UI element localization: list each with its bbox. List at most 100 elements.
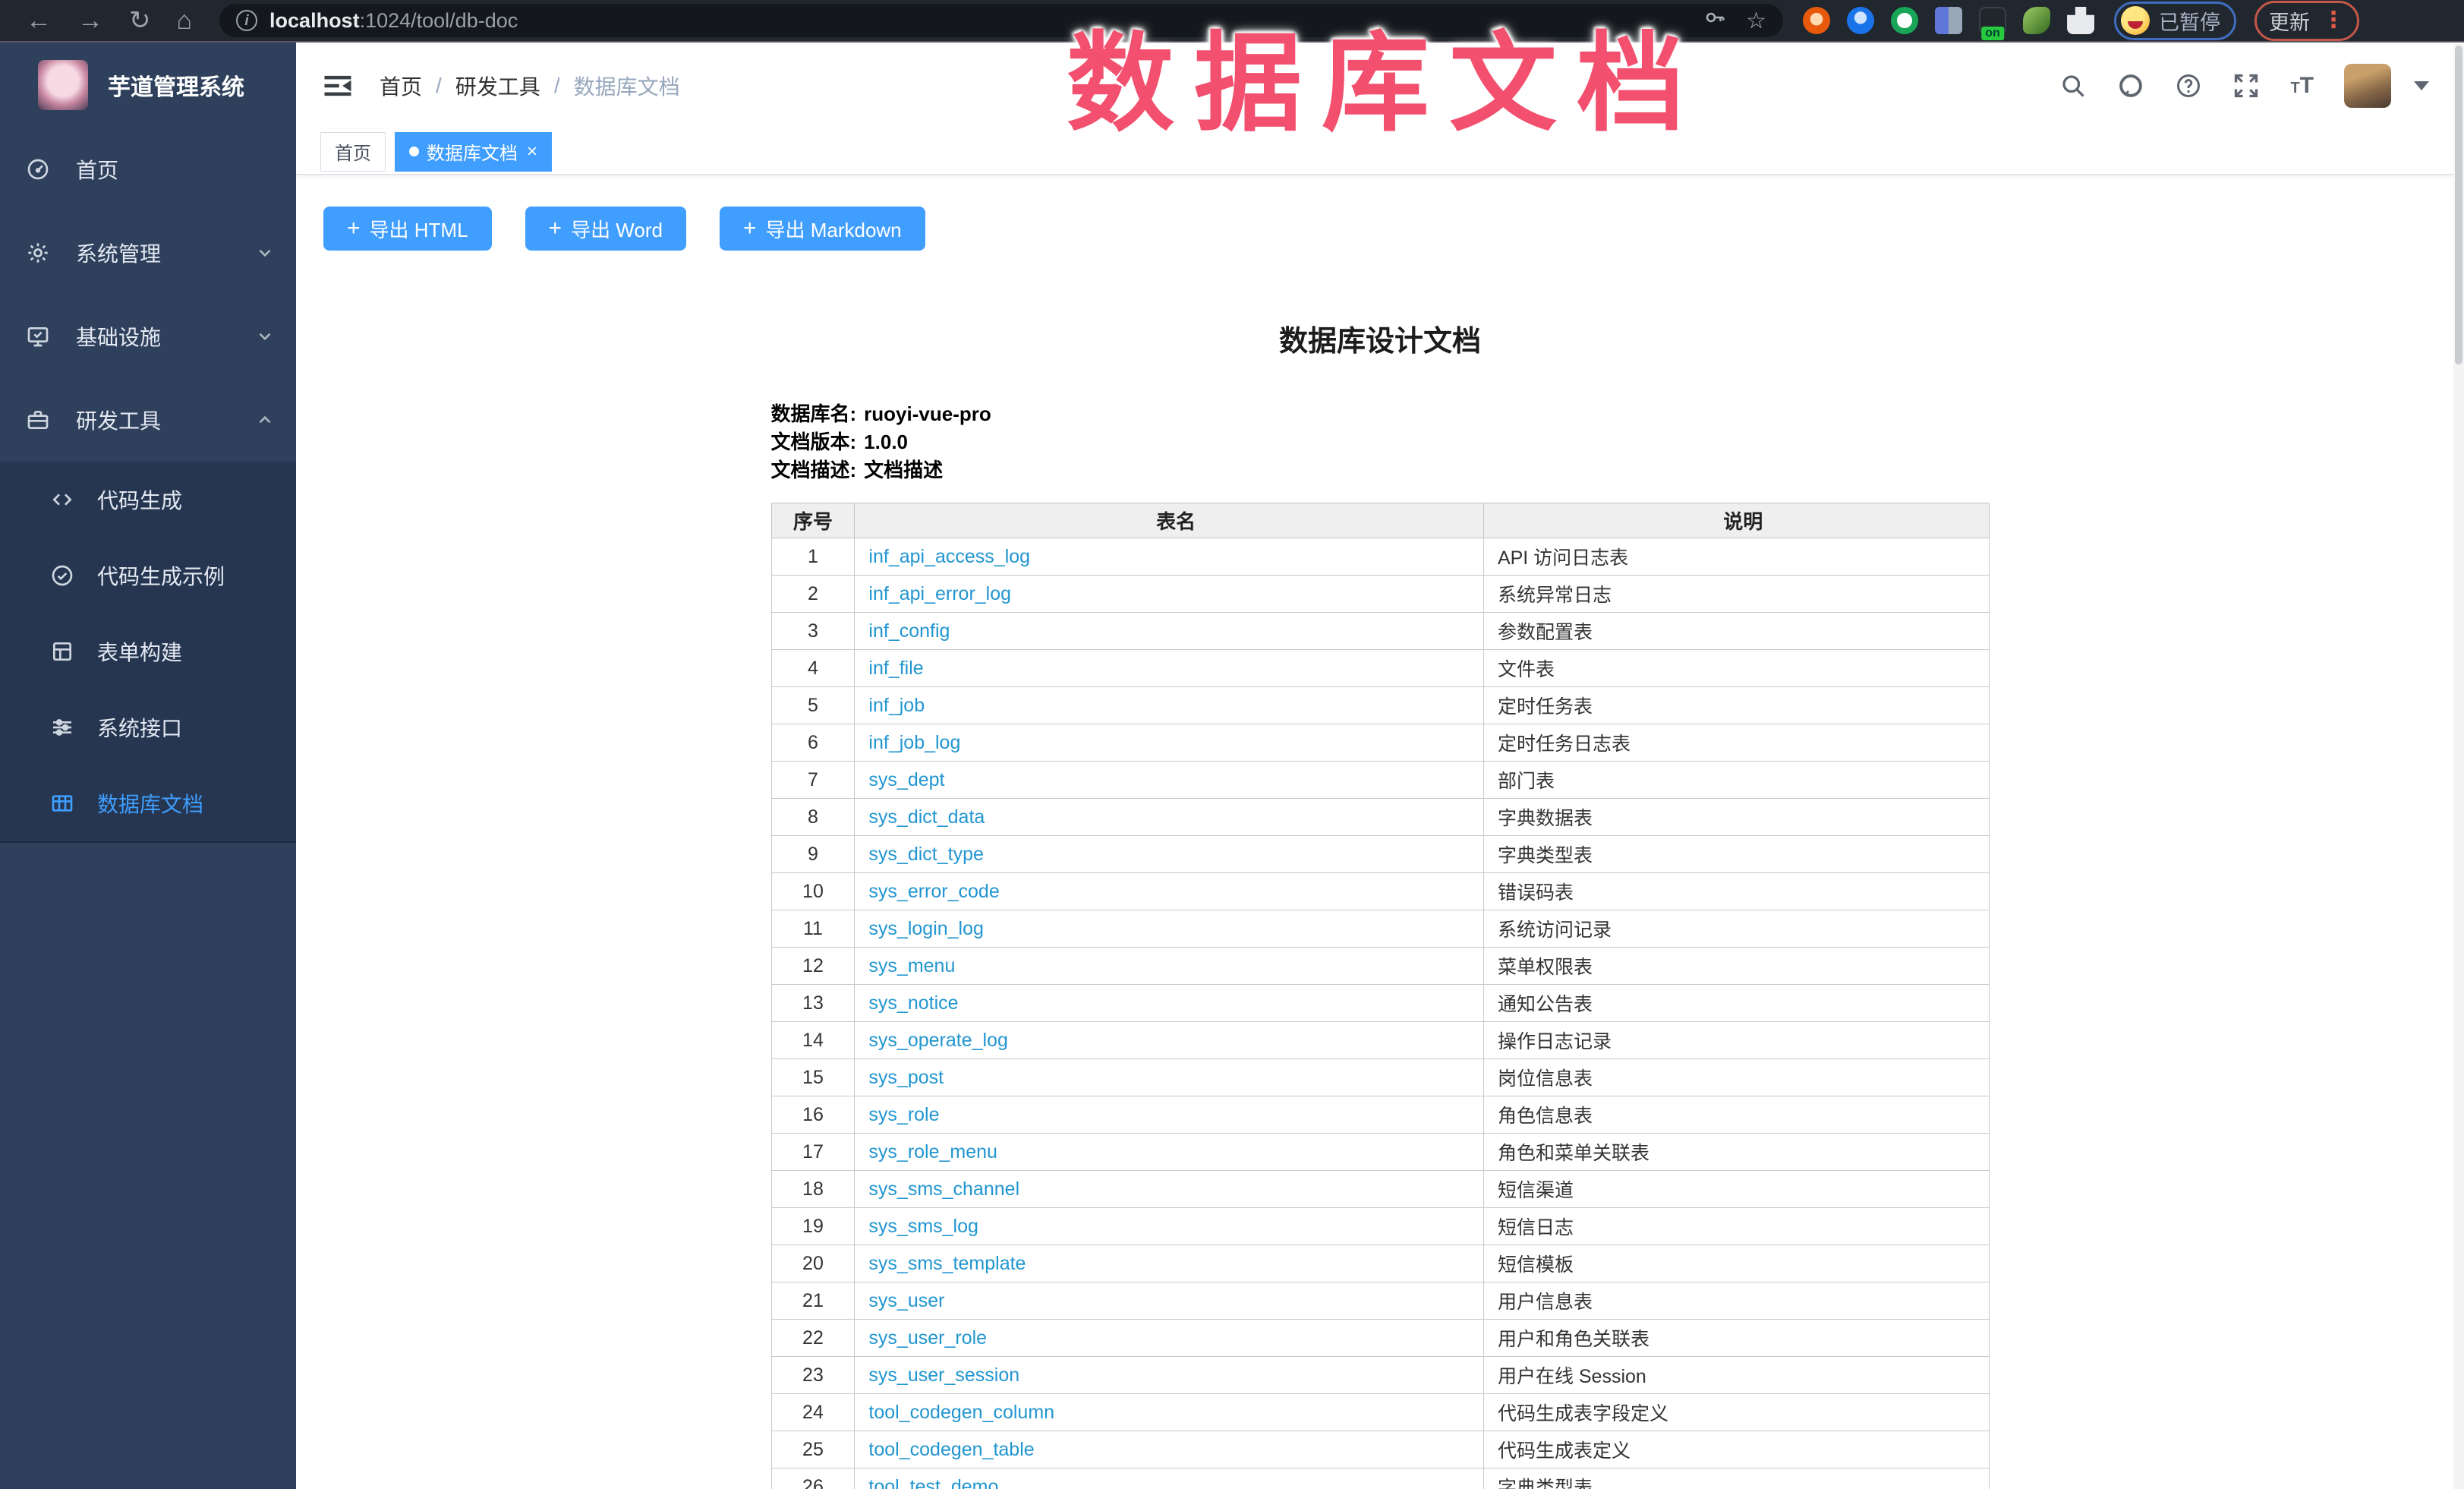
on-switch-extension-icon[interactable] — [1979, 7, 2006, 34]
breadcrumb-home[interactable]: 首页 — [380, 71, 422, 101]
table-row: 24tool_codegen_column代码生成表字段定义 — [771, 1394, 1989, 1431]
table-link[interactable]: tool_codegen_table — [868, 1439, 1034, 1460]
export-html-button[interactable]: + 导出 HTML — [323, 207, 492, 251]
chevron-down-icon — [255, 327, 275, 346]
breadcrumb: 首页 / 研发工具 / 数据库文档 — [380, 71, 680, 101]
forward-icon[interactable]: → — [77, 0, 103, 42]
fullscreen-icon[interactable] — [2232, 72, 2260, 99]
table-link[interactable]: sys_error_code — [868, 881, 999, 902]
table-link[interactable]: sys_sms_template — [868, 1253, 1026, 1274]
sliders-icon — [50, 715, 74, 740]
search-icon[interactable] — [2059, 72, 2087, 99]
table-row: 25tool_codegen_table代码生成表定义 — [771, 1431, 1989, 1468]
doc-table-body: 1inf_api_access_logAPI 访问日志表2inf_api_err… — [771, 538, 1989, 1489]
sidebar-item-codegen[interactable]: 代码生成 — [0, 462, 296, 538]
sidebar-item-system-api[interactable]: 系统接口 — [0, 689, 296, 765]
table-link[interactable]: sys_dict_data — [868, 806, 985, 828]
refresh-icon[interactable]: ↻ — [129, 0, 151, 42]
table-link[interactable]: sys_sms_channel — [868, 1178, 1019, 1200]
drop-extension-icon[interactable] — [1847, 7, 1874, 34]
back-icon[interactable]: ← — [26, 0, 52, 42]
sidebar-item-system[interactable]: 系统管理 — [0, 211, 296, 295]
paused-badge[interactable]: 已暂停 — [2114, 2, 2236, 40]
table-link[interactable]: sys_dict_type — [868, 844, 983, 865]
table-link[interactable]: sys_operate_log — [868, 1030, 1007, 1051]
table-link[interactable]: sys_user_session — [868, 1364, 1019, 1386]
font-size-icon[interactable]: TT — [2290, 73, 2314, 99]
table-row: 6inf_job_log定时任务日志表 — [771, 724, 1989, 762]
table-link[interactable]: inf_api_error_log — [868, 583, 1011, 604]
tables-index-table: 序号 表名 说明 1inf_api_access_logAPI 访问日志表2in… — [771, 503, 1990, 1489]
export-markdown-button[interactable]: + 导出 Markdown — [720, 207, 925, 251]
question-icon[interactable] — [2175, 72, 2202, 99]
table-row: 16sys_role角色信息表 — [771, 1096, 1989, 1134]
github-icon[interactable] — [2117, 72, 2144, 99]
browser-menu-icon[interactable]: ⋮ — [2322, 9, 2345, 32]
logo-image — [38, 60, 88, 110]
tag-close-icon[interactable]: × — [527, 141, 537, 162]
target-extension-icon[interactable] — [1803, 7, 1830, 34]
table-link[interactable]: inf_job — [868, 695, 925, 716]
sidebar-item-form-builder[interactable]: 表单构建 — [0, 614, 296, 689]
db-doc: 数据库设计文档 数据库名:ruoyi-vue-pro 文档版本:1.0.0 文档… — [771, 317, 1990, 1489]
table-link[interactable]: inf_config — [868, 620, 950, 642]
table-row: 7sys_dept部门表 — [771, 762, 1989, 799]
table-row: 21sys_user用户信息表 — [771, 1282, 1989, 1320]
app-logo-row[interactable]: 芋道管理系统 — [0, 43, 296, 128]
table-link[interactable]: sys_notice — [868, 992, 958, 1014]
table-link[interactable]: sys_dept — [868, 769, 944, 790]
sidebar-item-db-doc[interactable]: 数据库文档 — [0, 765, 296, 841]
doc-desc-line: 文档描述:文档描述 — [771, 456, 1990, 484]
puzzle-extensions-icon[interactable] — [2067, 7, 2094, 34]
scrollbar[interactable] — [2453, 44, 2464, 1489]
top-navbar: 首页 / 研发工具 / 数据库文档 TT — [296, 43, 2464, 129]
table-row: 3inf_config参数配置表 — [771, 613, 1989, 650]
dashboard-icon — [26, 157, 50, 181]
table-row: 11sys_login_log系统访问记录 — [771, 910, 1989, 948]
table-link[interactable]: inf_file — [868, 658, 923, 679]
sidebar-item-infra[interactable]: 基础设施 — [0, 295, 296, 378]
table-link[interactable]: tool_test_demo — [868, 1476, 998, 1489]
tag-home[interactable]: 首页 — [320, 132, 386, 172]
table-row: 2inf_api_error_log系统异常日志 — [771, 576, 1989, 613]
table-row: 23sys_user_session用户在线 Session — [771, 1357, 1989, 1394]
table-row: 8sys_dict_data字典数据表 — [771, 799, 1989, 836]
table-link[interactable]: sys_post — [868, 1067, 944, 1088]
table-link[interactable]: sys_role_menu — [868, 1141, 997, 1162]
table-row: 9sys_dict_type字典类型表 — [771, 836, 1989, 873]
url-text[interactable]: localhost:1024/tool/db-doc — [269, 9, 518, 33]
home-icon[interactable]: ⌂ — [177, 0, 193, 42]
table-link[interactable]: sys_user — [868, 1290, 944, 1311]
v-ring-extension-icon[interactable] — [1891, 7, 1918, 34]
update-button[interactable]: 更新 ⋮ — [2254, 1, 2359, 41]
star-bookmark-icon[interactable]: ☆ — [1746, 8, 1766, 34]
info-icon[interactable]: i — [236, 10, 257, 31]
export-word-button[interactable]: + 导出 Word — [525, 207, 686, 251]
db-name-line: 数据库名:ruoyi-vue-pro — [771, 400, 1990, 428]
table-row: 10sys_error_code错误码表 — [771, 873, 1989, 910]
sidebar-item-codegen-demo[interactable]: 代码生成示例 — [0, 538, 296, 614]
sidebar-collapse-icon[interactable] — [322, 70, 354, 102]
gear-icon — [26, 241, 50, 265]
table-link[interactable]: sys_role — [868, 1104, 939, 1125]
table-link[interactable]: sys_login_log — [868, 918, 984, 939]
caret-down-icon[interactable] — [2414, 81, 2429, 90]
sidebar-item-devtools[interactable]: 研发工具 — [0, 378, 296, 462]
table-link[interactable]: sys_sms_log — [868, 1216, 978, 1237]
leaf-extension-icon[interactable] — [2023, 7, 2050, 34]
scrollbar-thumb[interactable] — [2455, 46, 2462, 364]
devtools-submenu: 代码生成 代码生成示例 表单构建 系统接口 数据库文档 — [0, 462, 296, 843]
tag-db-doc[interactable]: 数据库文档 × — [395, 132, 552, 172]
table-link[interactable]: sys_user_role — [868, 1327, 987, 1349]
table-link[interactable]: inf_api_access_log — [868, 546, 1030, 567]
plus-icon: + — [549, 217, 562, 240]
key-icon[interactable] — [1703, 6, 1726, 35]
breadcrumb-devtools[interactable]: 研发工具 — [455, 71, 540, 101]
table-link[interactable]: sys_menu — [868, 955, 955, 976]
squares-extension-icon[interactable] — [1935, 7, 1962, 34]
table-link[interactable]: tool_codegen_column — [868, 1402, 1054, 1423]
address-bar[interactable]: i localhost:1024/tool/db-doc ☆ — [219, 4, 1783, 37]
table-link[interactable]: inf_job_log — [868, 732, 960, 753]
sidebar-item-home[interactable]: 首页 — [0, 128, 296, 211]
avatar[interactable] — [2344, 64, 2391, 108]
